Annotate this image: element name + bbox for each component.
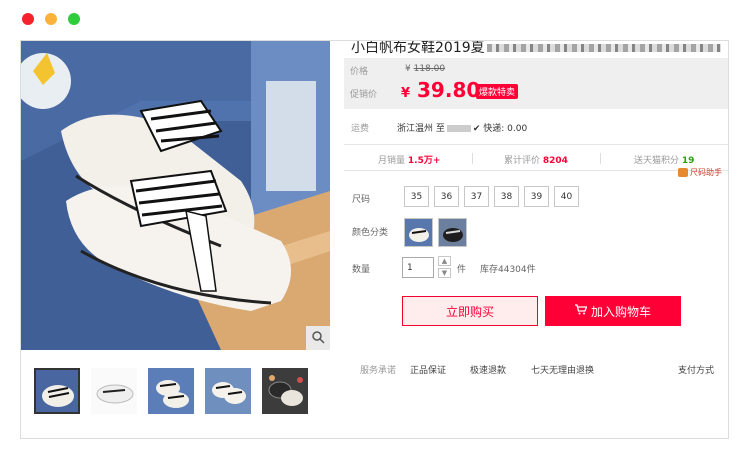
size-option[interactable]: 39 [524,186,549,207]
color-label: 颜色分类 [352,228,389,238]
thumbnail-3[interactable] [148,368,194,414]
buy-now-button[interactable]: 立即购买 [402,296,538,326]
total-reviews[interactable]: 累计评价 8204 [504,153,568,166]
main-product-image[interactable] [21,41,330,350]
size-option[interactable]: 35 [404,186,429,207]
thumbnail-1[interactable] [34,368,80,414]
product-title: 小白帆布女鞋2019夏 [351,41,721,57]
price-label: 价格 [350,67,369,77]
service-item[interactable]: 极速退款 [470,363,506,376]
window-close-dot[interactable] [22,13,34,25]
thumbnail-5[interactable] [262,368,308,414]
service-item[interactable]: 正品保证 [410,363,446,376]
color-option-white[interactable] [404,218,433,247]
quantity-unit: 件 [457,265,467,275]
shipping-label: 运费 [351,124,370,134]
monthly-sales: 月销量 1.5万+ [378,156,441,166]
shipping-info[interactable]: 浙江温州 至 ✔ 快递: 0.00 [397,121,527,134]
thumbnail-strip [21,359,330,415]
original-price: ¥ 118.00 [405,64,446,74]
size-option[interactable]: 37 [464,186,489,207]
stock-count: 库存44304件 [480,265,536,275]
window-minimize-dot[interactable] [45,13,57,25]
size-label: 尺码 [352,195,371,205]
product-detail-panel: 小白帆布女鞋2019夏 价格 ¥ 118.00 促销价 ¥ 39.80 爆款特卖… [20,40,729,439]
promo-price-label: 促销价 [350,90,378,100]
service-label: 服务承诺 [360,366,397,376]
size-option[interactable]: 36 [434,186,459,207]
tmall-points: 送天猫积分 19 [634,156,695,166]
size-option[interactable]: 38 [494,186,519,207]
thumbnail-4[interactable] [205,368,251,414]
sales-stats: 月销量 1.5万+ 累计评价 8204 送天猫积分 19 [344,144,728,171]
zoom-button[interactable] [306,326,330,350]
add-to-cart-button[interactable]: 加入购物车 [545,296,681,326]
color-option-black[interactable] [438,218,467,247]
quantity-input[interactable]: 1 [402,257,434,278]
magnifier-icon [311,330,325,347]
promo-price: ¥ 39.80 [401,78,481,102]
thumbnail-2[interactable] [91,368,137,414]
caret-down-icon: ▼ [441,269,448,277]
quantity-increase[interactable]: ▲ [438,256,451,266]
blurred-title-text [486,44,721,52]
service-item[interactable]: 七天无理由退换 [531,363,594,376]
cart-icon [574,304,588,318]
promo-badge: 爆款特卖 [476,84,519,99]
quantity-label: 数量 [352,265,371,275]
chevron-down-icon: ⌄ [678,363,686,373]
size-option[interactable]: 40 [554,186,579,207]
quantity-decrease[interactable]: ▼ [438,268,451,278]
size-helper-link[interactable]: 尺码助手 [678,167,722,178]
ruler-icon [678,168,688,177]
caret-up-icon: ▲ [441,257,448,265]
window-maximize-dot[interactable] [68,13,80,25]
